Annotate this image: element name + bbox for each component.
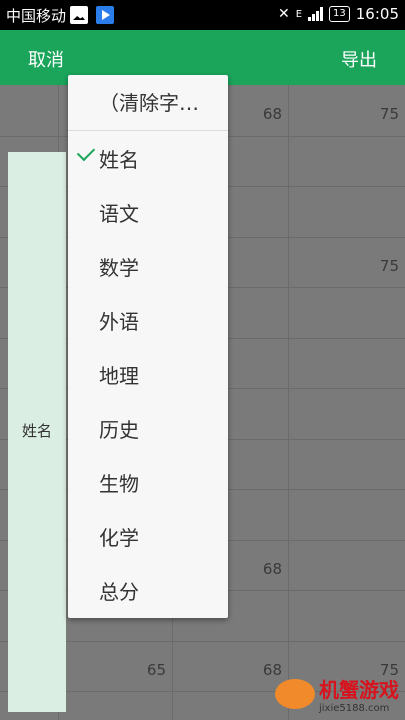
menu-item-label: 生物 xyxy=(99,472,139,496)
menu-item-name[interactable]: 姓名 xyxy=(68,132,228,186)
watermark: 机蟹游戏 jixie5188.com xyxy=(275,674,399,714)
menu-item-label: 数学 xyxy=(99,256,139,280)
menu-item-label: 姓名 xyxy=(99,148,139,172)
menu-item-geography[interactable]: 地理 xyxy=(68,348,228,402)
menu-item-biology[interactable]: 生物 xyxy=(68,456,228,510)
menu-item-clear[interactable]: （清除字… xyxy=(68,75,228,129)
menu-item-foreign-language[interactable]: 外语 xyxy=(68,294,228,348)
carrier-name: 中国移动 xyxy=(6,7,67,25)
clock: 16:05 xyxy=(355,5,399,23)
cancel-button[interactable]: 取消 xyxy=(28,46,64,72)
menu-item-total[interactable]: 总分 xyxy=(68,564,228,618)
menu-item-label: 外语 xyxy=(99,310,139,334)
grid-cell[interactable]: 75 xyxy=(339,257,399,275)
menu-item-label: （清除字… xyxy=(99,91,199,115)
status-bar: 中国移动 ✕ E 13 16:05 xyxy=(0,0,405,30)
network-type: E xyxy=(295,8,303,20)
crab-logo-icon xyxy=(275,679,315,709)
menu-item-math[interactable]: 数学 xyxy=(68,240,228,294)
menu-item-history[interactable]: 历史 xyxy=(68,402,228,456)
watermark-url: jixie5188.com xyxy=(319,703,390,714)
signal-icon xyxy=(308,7,324,21)
grid-cell[interactable]: 68 xyxy=(222,105,282,123)
column-dropdown-menu[interactable]: （清除字… 姓名 语文 数学 外语 地理 历史 生物 化学 总分 xyxy=(68,75,228,618)
selected-column-label: 姓名 xyxy=(21,422,52,440)
menu-item-label: 化学 xyxy=(99,526,139,550)
menu-item-label: 地理 xyxy=(99,364,139,388)
grid-cell[interactable]: 68 xyxy=(222,661,282,679)
menu-item-label: 语文 xyxy=(99,202,139,226)
grid-cell[interactable]: 68 xyxy=(222,560,282,578)
watermark-title: 机蟹游戏 xyxy=(319,678,399,702)
check-icon xyxy=(76,142,96,162)
gallery-icon xyxy=(70,6,88,24)
mute-icon: ✕ xyxy=(277,6,290,22)
export-button[interactable]: 导出 xyxy=(341,46,377,72)
grid-cell[interactable]: 75 xyxy=(339,105,399,123)
menu-item-chemistry[interactable]: 化学 xyxy=(68,510,228,564)
menu-divider xyxy=(68,130,228,131)
grid-column-line xyxy=(288,85,289,720)
menu-item-label: 总分 xyxy=(99,580,139,604)
battery-icon: 13 xyxy=(329,6,350,22)
menu-item-label: 历史 xyxy=(99,418,139,442)
selected-column-highlight[interactable]: 姓名 xyxy=(8,152,66,712)
status-right: ✕ E 13 16:05 xyxy=(278,5,399,23)
grid-cell[interactable]: 65 xyxy=(106,661,166,679)
menu-item-chinese[interactable]: 语文 xyxy=(68,186,228,240)
play-store-icon xyxy=(96,6,114,24)
